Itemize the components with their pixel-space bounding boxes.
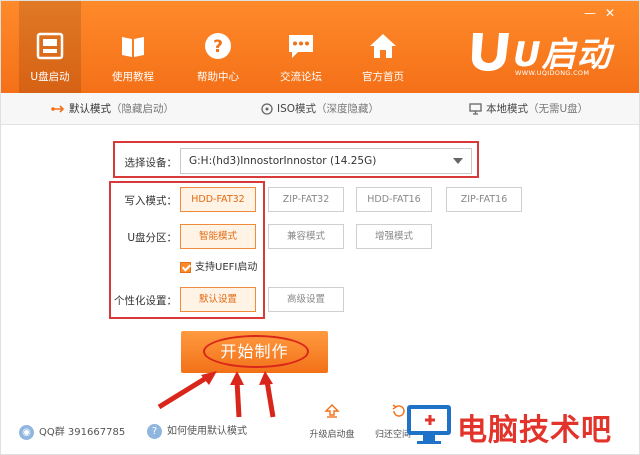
tab-sub-label: （无需U盘）	[528, 103, 589, 115]
watermark-text: 电脑技术吧	[457, 413, 612, 448]
tab-default-mode[interactable]: 默认模式（隐藏启动）	[51, 93, 174, 125]
qq-text: QQ群 391667785	[39, 427, 126, 438]
uefi-label: 支持UEFI启动	[195, 262, 258, 273]
write-mode-hdd-fat16[interactable]: HDD-FAT16	[356, 187, 432, 212]
chat-icon	[289, 35, 313, 58]
nav-tutorial[interactable]: 使用教程	[102, 1, 164, 93]
partition-compatible-mode[interactable]: 兼容模式	[268, 224, 344, 249]
personalize-default[interactable]: 默认设置	[180, 287, 256, 312]
monitor-icon	[469, 103, 482, 115]
disc-icon	[261, 103, 273, 115]
svg-text:?: ?	[213, 37, 223, 57]
highlight-oval	[203, 335, 309, 368]
pointer-arrows	[157, 371, 276, 418]
checkbox-checked-icon	[180, 261, 191, 273]
upgrade-label: 升级启动盘	[309, 430, 355, 440]
usb-drive-icon	[36, 32, 64, 60]
help-link-text: 如何使用默认模式	[167, 426, 247, 437]
chevron-down-icon	[453, 158, 463, 164]
nav-label: 使用教程	[112, 71, 154, 83]
nav-usb-boot[interactable]: U盘启动	[19, 1, 81, 93]
tab-sub-label: （深度隐藏）	[316, 103, 380, 115]
brand-logo: U启动 WWW.UQIDONG.COM	[467, 27, 611, 85]
upload-icon	[324, 404, 340, 418]
nav-label: 交流论坛	[280, 71, 322, 83]
nav-forum[interactable]: 交流论坛	[270, 1, 332, 93]
header-bar: U盘启动 使用教程 ? 帮助中心 交流论坛 官方首页 — ✕ U启动 WWW.U…	[1, 1, 639, 93]
watermark: 电脑技术吧	[401, 399, 639, 454]
minimize-button[interactable]: —	[583, 7, 597, 19]
partition-smart-mode[interactable]: 智能模式	[180, 224, 256, 249]
book-icon	[122, 37, 144, 57]
question-icon: ?	[147, 423, 162, 439]
monitor-logo-icon	[407, 405, 451, 444]
write-mode-zip-fat32[interactable]: ZIP-FAT32	[268, 187, 344, 212]
close-button[interactable]: ✕	[603, 7, 617, 19]
nav-label: 官方首页	[362, 71, 404, 83]
nav-official-home[interactable]: 官方首页	[352, 1, 414, 93]
personalize-advanced[interactable]: 高级设置	[268, 287, 344, 312]
nav-label: 帮助中心	[197, 71, 239, 83]
tab-local-mode[interactable]: 本地模式（无需U盘）	[469, 93, 588, 125]
tab-main-label: 默认模式	[69, 103, 111, 115]
home-icon	[370, 34, 396, 58]
nav-label: U盘启动	[30, 71, 70, 83]
device-select[interactable]: G:H:(hd3)InnostorInnostor (14.25G)	[180, 148, 472, 174]
device-label: 选择设备：	[124, 157, 178, 169]
write-mode-hdd-fat32[interactable]: HDD-FAT32	[180, 187, 256, 212]
app-window: U盘启动 使用教程 ? 帮助中心 交流论坛 官方首页 — ✕ U启动 WWW.U…	[0, 0, 640, 455]
usb-icon	[51, 105, 65, 113]
write-mode-label: 写入模式：	[124, 195, 178, 207]
partition-label: U盘分区：	[127, 232, 177, 244]
tab-iso-mode[interactable]: ISO模式（深度隐藏）	[261, 93, 379, 125]
brand-url: WWW.UQIDONG.COM	[515, 69, 590, 77]
help-icon: ?	[205, 33, 231, 59]
tab-sub-label: （隐藏启动）	[111, 103, 174, 115]
partition-enhanced-mode[interactable]: 增强模式	[356, 224, 432, 249]
mode-tab-bar: 默认模式（隐藏启动） ISO模式（深度隐藏） 本地模式（无需U盘）	[1, 93, 639, 125]
device-value: G:H:(hd3)InnostorInnostor (14.25G)	[189, 155, 377, 167]
qq-icon: ◉	[19, 424, 34, 440]
write-mode-zip-fat16[interactable]: ZIP-FAT16	[446, 187, 522, 212]
personalize-label: 个性化设置：	[114, 295, 177, 307]
upgrade-boot-disk-button[interactable]: 升级启动盘	[304, 403, 360, 443]
tab-main-label: ISO模式	[277, 103, 317, 115]
nav-help-center[interactable]: ? 帮助中心	[187, 1, 249, 93]
uefi-checkbox[interactable]: 支持UEFI启动	[180, 258, 257, 273]
u-logo-icon	[471, 33, 509, 71]
help-default-mode-link[interactable]: ? 如何使用默认模式	[147, 422, 247, 439]
qq-group: ◉ QQ群 391667785	[19, 423, 125, 440]
tab-main-label: 本地模式	[486, 103, 528, 115]
